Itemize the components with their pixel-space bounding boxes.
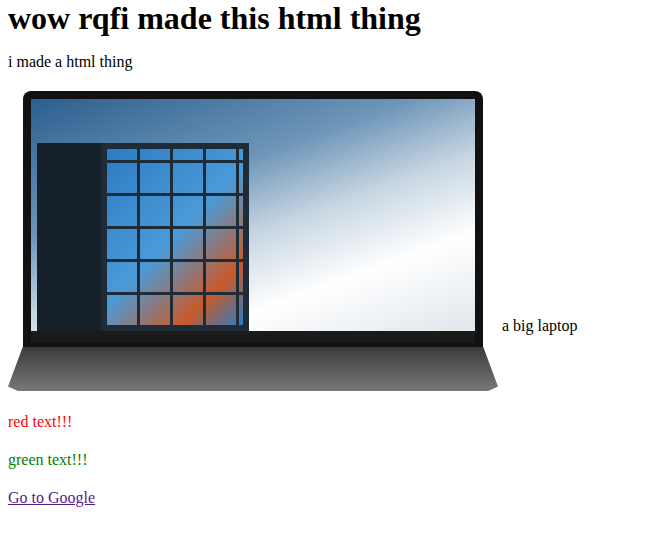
start-tiles	[107, 149, 243, 325]
start-menu	[37, 143, 249, 331]
image-caption: a big laptop	[502, 317, 578, 334]
intro-text: i made a html thing	[8, 53, 661, 71]
taskbar	[31, 331, 475, 343]
page: wow rqfi made this html thing i made a h…	[0, 0, 669, 507]
laptop-screen	[31, 99, 475, 343]
page-title: wow rqfi made this html thing	[8, 0, 661, 37]
laptop-base	[8, 347, 498, 391]
colored-text: green text!!!	[8, 451, 661, 469]
laptop-lid	[23, 91, 483, 347]
image-line: a big laptop	[8, 91, 661, 391]
google-link[interactable]: Go to Google	[8, 489, 95, 506]
start-menu-list	[37, 143, 101, 331]
desktop-wallpaper	[31, 99, 475, 331]
laptop-image	[8, 91, 498, 391]
colored-text: red text!!!	[8, 413, 661, 431]
